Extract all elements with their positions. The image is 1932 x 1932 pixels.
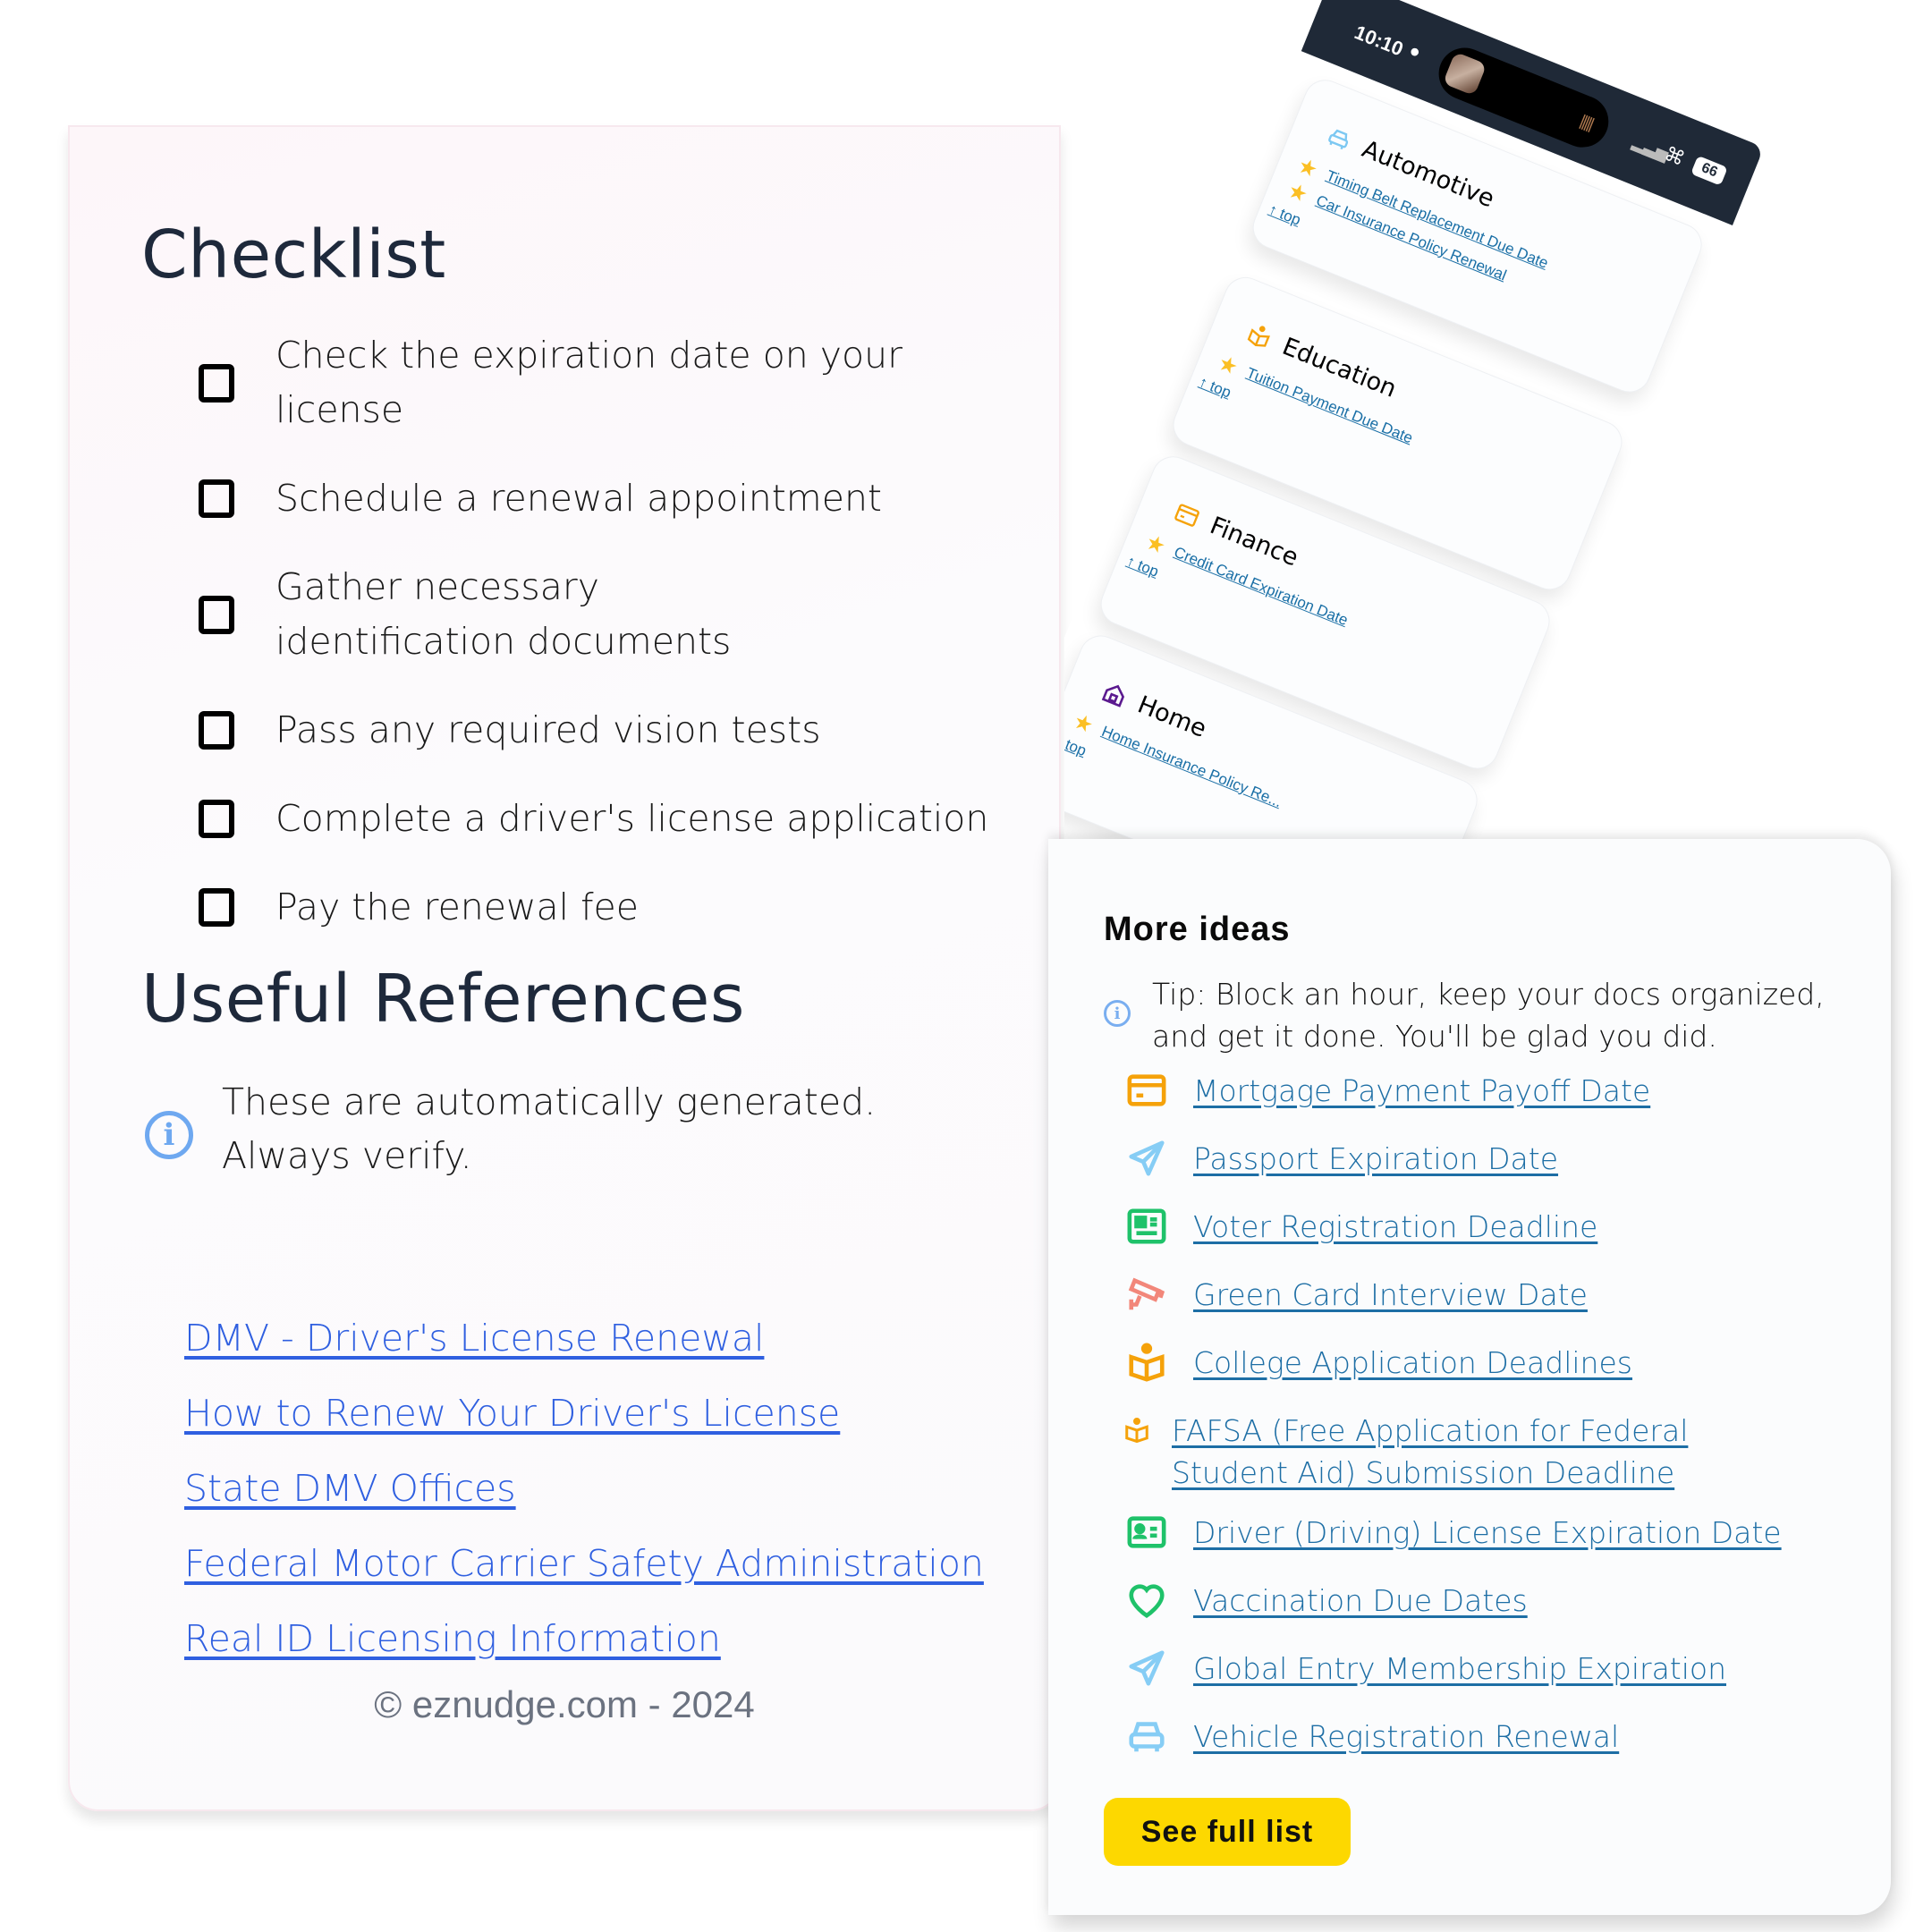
reference-item: DMV - Driver's License Renewal xyxy=(184,1317,984,1370)
idea-link[interactable]: FAFSA (Free Application for Federal Stud… xyxy=(1172,1410,1726,1494)
idea-item: FAFSA (Free Application for Federal Stud… xyxy=(1123,1410,1782,1512)
idea-link[interactable]: Passport Expiration Date xyxy=(1193,1138,1558,1180)
more-ideas-title: More ideas xyxy=(1104,911,1291,948)
checklist-item-label: Schedule a renewal appointment xyxy=(275,477,883,520)
star-icon: ★ xyxy=(1215,350,1242,380)
checkbox[interactable] xyxy=(199,800,234,838)
idea-link[interactable]: Vaccination Due Dates xyxy=(1193,1580,1528,1622)
paper-plane-icon xyxy=(1123,1648,1170,1689)
checklist-item-label: Pass any required vision tests xyxy=(275,708,821,751)
idea-item: Driver (Driving) License Expiration Date xyxy=(1123,1512,1782,1580)
references-notice: i These are automatically generated. Alw… xyxy=(145,1075,986,1182)
checklist-item[interactable]: Gather necessary identification document… xyxy=(199,560,1004,669)
checklist-item[interactable]: Pass any required vision tests xyxy=(199,703,1004,758)
checklist-item-label: Pay the renewal fee xyxy=(275,886,639,928)
book-reader-icon xyxy=(1123,1410,1150,1451)
reference-item: State DMV Offices xyxy=(184,1467,984,1521)
idea-item: Global Entry Membership Expiration xyxy=(1123,1648,1782,1716)
idea-link[interactable]: Global Entry Membership Expiration xyxy=(1193,1648,1726,1690)
book-reader-icon xyxy=(1247,325,1271,347)
references-list: DMV - Driver's License Renewal How to Re… xyxy=(184,1317,984,1692)
idea-link[interactable]: Mortgage Payment Payoff Date xyxy=(1193,1070,1650,1112)
idea-item: College Application Deadlines xyxy=(1123,1342,1782,1410)
reference-item: Real ID Licensing Information xyxy=(184,1617,984,1671)
reference-link[interactable]: State DMV Offices xyxy=(184,1467,516,1510)
paper-plane-icon xyxy=(1123,1138,1170,1179)
idea-item: Vehicle Registration Renewal xyxy=(1123,1716,1782,1784)
idea-item: Green Card Interview Date xyxy=(1123,1274,1782,1342)
checklist: Check the expiration date on your licens… xyxy=(199,328,1004,969)
reference-item: How to Renew Your Driver's License xyxy=(184,1392,984,1445)
checklist-item-label: Gather necessary identification document… xyxy=(275,565,732,663)
id-card-icon xyxy=(1123,1512,1170,1553)
checkbox[interactable] xyxy=(199,595,234,634)
tip-text: Tip: Block an hour, keep your docs organ… xyxy=(1152,977,1825,1054)
checklist-title: Checklist xyxy=(141,216,446,293)
idea-item: Vaccination Due Dates xyxy=(1123,1580,1782,1648)
info-circle-icon: i xyxy=(1104,1000,1131,1027)
car-icon xyxy=(1328,129,1349,149)
reference-link[interactable]: Real ID Licensing Information xyxy=(184,1617,721,1660)
idea-link[interactable]: Driver (Driving) License Expiration Date xyxy=(1193,1512,1782,1554)
idea-link[interactable]: College Application Deadlines xyxy=(1193,1342,1632,1384)
info-circle-icon: i xyxy=(145,1111,193,1159)
checklist-item[interactable]: Schedule a renewal appointment xyxy=(199,471,1004,526)
checklist-panel: Checklist Check the expiration date on y… xyxy=(68,125,1061,1811)
tip: i Tip: Block an hour, keep your docs org… xyxy=(1104,973,1846,1057)
credit-card-icon xyxy=(1123,1070,1170,1111)
checklist-item[interactable]: Pay the renewal fee xyxy=(199,880,1004,935)
idea-item: Passport Expiration Date xyxy=(1123,1138,1782,1206)
reference-link[interactable]: Federal Motor Carrier Safety Administrat… xyxy=(184,1542,984,1585)
reference-link[interactable]: How to Renew Your Driver's License xyxy=(184,1392,840,1435)
checklist-item-label: Check the expiration date on your licens… xyxy=(275,334,902,431)
footer-copyright: © eznudge.com - 2024 xyxy=(374,1683,755,1725)
checklist-item-label: Complete a driver's license application xyxy=(275,797,989,840)
idea-item: Voter Registration Deadline xyxy=(1123,1206,1782,1274)
audio-wave-icon: ||||| xyxy=(1577,111,1596,133)
checkbox[interactable] xyxy=(199,711,234,750)
person-icon: ● xyxy=(1406,40,1424,64)
idea-link[interactable]: Vehicle Registration Renewal xyxy=(1193,1716,1619,1758)
idea-item: Mortgage Payment Payoff Date xyxy=(1123,1070,1782,1138)
status-time: 10:10 xyxy=(1351,21,1407,61)
checklist-item[interactable]: Complete a driver's license application xyxy=(199,792,1004,846)
newspaper-icon xyxy=(1123,1206,1170,1247)
security-camera-icon xyxy=(1123,1274,1170,1315)
see-full-list-button[interactable]: See full list xyxy=(1104,1798,1351,1866)
battery-icon: 66 xyxy=(1690,155,1728,186)
ideas-list: Mortgage Payment Payoff Date Passport Ex… xyxy=(1123,1070,1782,1784)
idea-link[interactable]: Green Card Interview Date xyxy=(1193,1274,1588,1316)
book-reader-icon xyxy=(1123,1342,1170,1383)
house-icon xyxy=(1101,684,1125,708)
credit-card-icon xyxy=(1174,504,1200,527)
star-icon: ★ xyxy=(1070,708,1097,739)
reference-item: Federal Motor Carrier Safety Administrat… xyxy=(184,1542,984,1596)
checkbox[interactable] xyxy=(199,363,234,402)
references-notice-text: These are automatically generated. Alway… xyxy=(222,1080,877,1177)
reference-link[interactable]: DMV - Driver's License Renewal xyxy=(184,1317,764,1360)
star-icon: ★ xyxy=(1142,529,1170,559)
phone-screenshot: 10:10 ● ||||| ▂▃▅ ⌘ 66 Automotive ★ Timin… xyxy=(1064,0,1932,841)
checklist-item[interactable]: Check the expiration date on your licens… xyxy=(199,328,1004,437)
car-icon xyxy=(1123,1716,1170,1757)
album-art-thumbnail xyxy=(1442,51,1487,97)
star-icon: ★ xyxy=(1284,177,1312,208)
phone-screen: 10:10 ● ||||| ▂▃▅ ⌘ 66 Automotive ★ Timin… xyxy=(1064,0,1765,841)
more-ideas-panel: More ideas i Tip: Block an hour, keep yo… xyxy=(1048,839,1891,1915)
checkbox[interactable] xyxy=(199,479,234,518)
heart-icon xyxy=(1123,1580,1170,1621)
checkbox[interactable] xyxy=(199,888,234,927)
idea-link[interactable]: Voter Registration Deadline xyxy=(1193,1206,1597,1248)
references-title: Useful References xyxy=(141,961,745,1038)
